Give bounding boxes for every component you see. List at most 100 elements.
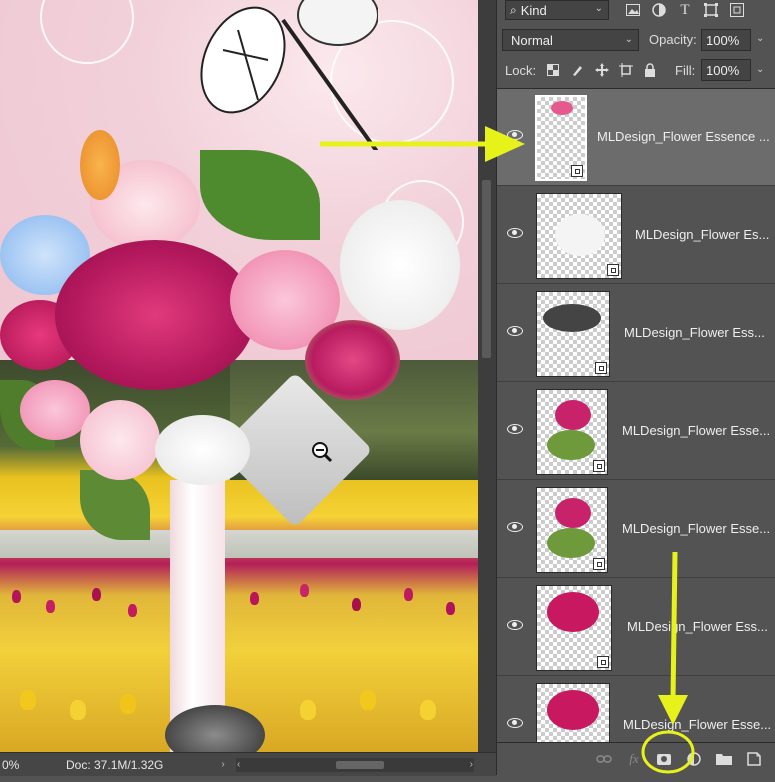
dragonfly — [200, 0, 378, 150]
yellow-tulip — [300, 700, 316, 720]
layer-name[interactable]: MLDesign_Flower Esse... — [622, 423, 770, 438]
document-info: Doc: 37.1M/1.32G — [66, 757, 164, 772]
layer-thumbnail[interactable] — [536, 291, 610, 377]
thumbnail-content — [555, 400, 591, 430]
blend-mode-select[interactable]: Normal ⌄ — [502, 29, 639, 51]
layer-thumbnail[interactable] — [536, 389, 608, 475]
fill-chevron-icon[interactable]: ⌄ — [756, 64, 764, 75]
link-layers-icon[interactable] — [595, 751, 613, 767]
layer-thumbnail[interactable] — [536, 487, 608, 573]
yellow-tulip — [70, 700, 86, 720]
visibility-eye-icon[interactable] — [507, 325, 523, 337]
visibility-eye-icon[interactable] — [507, 717, 523, 729]
layer-thumbnail[interactable] — [536, 683, 610, 743]
tulip — [128, 604, 137, 617]
layer-name[interactable]: MLDesign_Flower Ess... — [624, 325, 765, 340]
layer-name[interactable]: MLDesign_Flower Ess... — [627, 619, 768, 634]
filter-kind-select[interactable]: ⌕ Kind ⌄ — [505, 0, 609, 20]
smart-object-badge-icon — [593, 558, 605, 570]
magenta-peony — [55, 240, 255, 390]
scroll-left-icon[interactable]: ‹ — [237, 758, 240, 772]
visibility-eye-icon[interactable] — [507, 423, 523, 435]
lock-position-icon[interactable] — [594, 62, 610, 78]
shape-filter-icon[interactable] — [703, 2, 719, 18]
orange-buds — [80, 130, 120, 200]
lock-label: Lock: — [505, 63, 537, 78]
tulip — [352, 598, 361, 611]
white-flower — [155, 415, 250, 485]
layer-row[interactable]: MLDesign_Flower Esse... — [497, 677, 775, 743]
blend-mode-value: Normal — [511, 33, 553, 48]
lock-transparent-pixels-icon[interactable] — [545, 62, 561, 78]
opacity-chevron-icon[interactable]: ⌄ — [756, 33, 764, 44]
layer-name[interactable]: MLDesign_Flower Esse... — [622, 521, 770, 536]
document-canvas[interactable] — [0, 0, 478, 752]
smart-object-filter-icon[interactable] — [729, 2, 745, 18]
visibility-eye-icon[interactable] — [507, 227, 523, 239]
thumbnail-content — [547, 528, 595, 558]
yellow-tulip — [420, 700, 436, 720]
pink-lily — [20, 380, 90, 440]
smart-object-badge-icon — [597, 656, 609, 668]
chevron-down-icon: ⌄ — [594, 3, 603, 14]
visibility-eye-icon[interactable] — [507, 619, 523, 631]
layer-row[interactable]: MLDesign_Flower Ess... — [497, 285, 775, 382]
thumbnail-content — [547, 690, 599, 730]
layer-row[interactable]: MLDesign_Flower Esse... — [497, 383, 775, 480]
yellow-tulip — [120, 694, 136, 714]
scroll-right-icon[interactable]: › — [470, 758, 473, 772]
filter-kind-label: Kind — [520, 2, 547, 18]
smart-object-badge-icon — [607, 264, 619, 276]
search-icon: ⌕ — [510, 2, 517, 17]
smart-object-badge-icon — [571, 165, 583, 177]
layer-thumbnail[interactable] — [535, 95, 587, 181]
add-layer-mask-icon[interactable] — [655, 751, 673, 767]
status-menu-arrow-icon[interactable]: › — [216, 759, 230, 770]
yellow-tulip — [360, 690, 376, 710]
thumbnail-content — [551, 101, 573, 115]
chevron-down-icon: ⌄ — [624, 34, 633, 45]
visibility-eye-icon[interactable] — [507, 521, 523, 533]
layers-panel: ⌕ Kind ⌄ T Normal ⌄ Opacity: 100% ⌄ Lock… — [496, 0, 775, 776]
canvas-horizontal-scrollbar[interactable]: ‹ › — [236, 757, 474, 772]
scrollbar-thumb[interactable] — [482, 180, 491, 358]
layer-thumbnail[interactable] — [536, 585, 612, 671]
adjustment-filter-icon[interactable] — [651, 2, 667, 18]
new-group-icon[interactable] — [715, 751, 733, 767]
fx-icon[interactable]: fx — [625, 751, 643, 767]
tulip — [92, 588, 101, 601]
smart-object-badge-icon — [593, 460, 605, 472]
type-filter-icon[interactable]: T — [677, 2, 693, 18]
pink-rose — [80, 400, 160, 480]
adjustment-layer-icon[interactable] — [685, 751, 703, 767]
tulip — [300, 584, 309, 597]
layer-row[interactable]: MLDesign_Flower Esse... — [497, 481, 775, 578]
layer-name[interactable]: MLDesign_Flower Es... — [635, 227, 769, 242]
rosebud — [305, 320, 400, 400]
white-lilies — [340, 200, 460, 330]
layer-row[interactable]: MLDesign_Flower Es... — [497, 187, 775, 284]
thumbnail-content — [547, 592, 599, 632]
opacity-input[interactable]: 100% — [701, 29, 751, 51]
lock-all-icon[interactable] — [642, 62, 658, 78]
fill-input[interactable]: 100% — [701, 59, 751, 81]
layers-list[interactable]: MLDesign_Flower Essence ... MLDesign_Flow… — [497, 88, 775, 743]
fill-label: Fill: — [675, 63, 696, 78]
yellow-tulip — [20, 690, 36, 710]
new-layer-icon[interactable] — [745, 751, 763, 767]
thumbnail-content — [547, 430, 595, 460]
lock-image-pixels-icon[interactable] — [570, 62, 586, 78]
visibility-eye-icon[interactable] — [507, 129, 523, 141]
scrollbar-thumb[interactable] — [336, 760, 384, 769]
layer-name[interactable]: MLDesign_Flower Esse... — [623, 717, 771, 732]
canvas-vertical-scrollbar[interactable] — [478, 0, 496, 752]
layer-row[interactable]: MLDesign_Flower Essence ... — [497, 89, 775, 186]
layer-row[interactable]: MLDesign_Flower Ess... — [497, 579, 775, 676]
tulip — [446, 602, 455, 615]
image-filter-icon[interactable] — [625, 2, 641, 18]
zoom-level[interactable]: 0% — [0, 758, 24, 772]
layer-thumbnail[interactable] — [536, 193, 622, 279]
lock-artboard-icon[interactable] — [618, 62, 634, 78]
white-flower-band — [0, 530, 478, 558]
layer-name[interactable]: MLDesign_Flower Essence ... — [597, 129, 770, 144]
